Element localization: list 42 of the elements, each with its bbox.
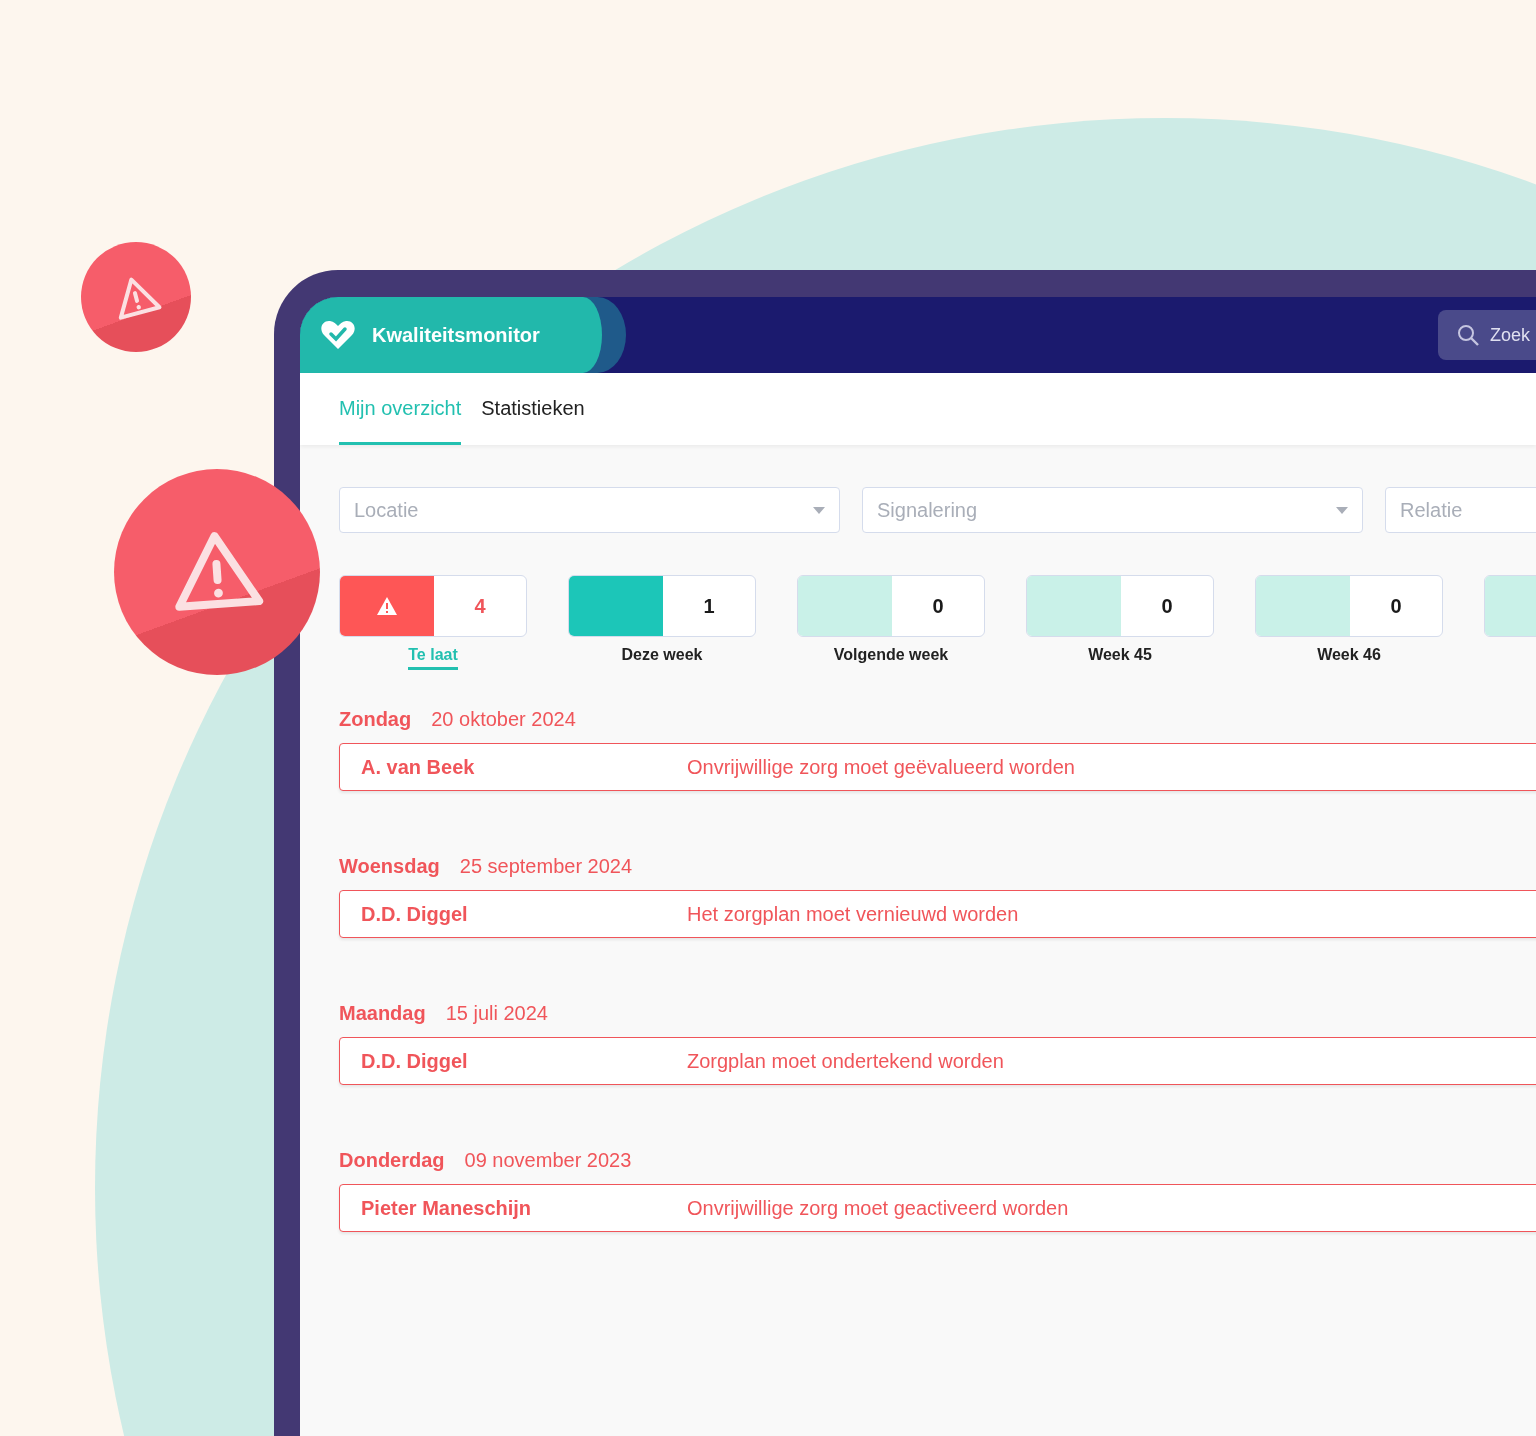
count: 0: [1160, 594, 1174, 618]
client-name: D.D. Diggel: [361, 1049, 469, 1073]
count: 4: [473, 594, 487, 618]
counter-tile[interactable]: 0: [797, 575, 985, 637]
signal-row[interactable]: D.D. Diggel Het zorgplan moet vernieuwd worden: [339, 890, 1536, 938]
date: 25 september 2024: [459, 855, 633, 878]
signal-message: Onvrijwillige zorg moet geactiveerd worden: [687, 1196, 1069, 1220]
client-name: A. van Beek: [361, 755, 476, 779]
date: 15 juli 2024: [445, 1002, 548, 1025]
counter-label[interactable]: Volgende week: [833, 646, 949, 670]
tab[interactable]: Statistieken: [481, 373, 585, 445]
caret-icon: [813, 506, 825, 514]
search-icon: [1456, 323, 1480, 347]
counter-label[interactable]: Week 45: [1088, 646, 1152, 670]
count: 0: [1389, 594, 1403, 618]
heart-check-icon: [320, 319, 356, 351]
counter-tile[interactable]: 0: [1026, 575, 1214, 637]
day-name: Woensdag: [339, 855, 440, 878]
warning-icon: [376, 596, 398, 616]
signal-row[interactable]: D.D. Diggel Zorgplan moet ondertekend worden: [339, 1037, 1536, 1085]
counter-tile[interactable]: 1: [568, 575, 756, 637]
signal-message: Het zorgplan moet vernieuwd worden: [687, 902, 1019, 926]
client-name: Pieter Maneschijn: [361, 1196, 533, 1220]
signal-row[interactable]: A. van Beek Onvrijwillige zorg moet geëvalueerd worden: [339, 743, 1536, 791]
date: 20 oktober 2024: [431, 708, 576, 731]
date: 09 november 2023: [464, 1149, 632, 1172]
counter-tile[interactable]: 4: [339, 575, 527, 637]
day-name: Donderdag: [339, 1149, 445, 1172]
day-name: Zondag: [339, 708, 412, 731]
counter-tile[interactable]: 0: [1255, 575, 1443, 637]
client-name: D.D. Diggel: [361, 902, 469, 926]
caret-icon: [1336, 506, 1348, 514]
day-name: Maandag: [339, 1002, 426, 1025]
counter-label[interactable]: Deze week: [621, 646, 703, 670]
app-title: Kwaliteitsmonitor: [372, 323, 540, 347]
count: 0: [931, 594, 945, 618]
counter-label[interactable]: Week 46: [1317, 646, 1381, 670]
search-field[interactable]: Zoek: [1438, 310, 1536, 360]
signal-message: Zorgplan moet ondertekend worden: [687, 1049, 1004, 1073]
signal-message: Onvrijwillige zorg moet geëvalueerd worden: [687, 755, 1075, 779]
signal-row[interactable]: Pieter Maneschijn Onvrijwillige zorg moet geactiveerd worden: [339, 1184, 1536, 1232]
count: 1: [702, 594, 716, 618]
